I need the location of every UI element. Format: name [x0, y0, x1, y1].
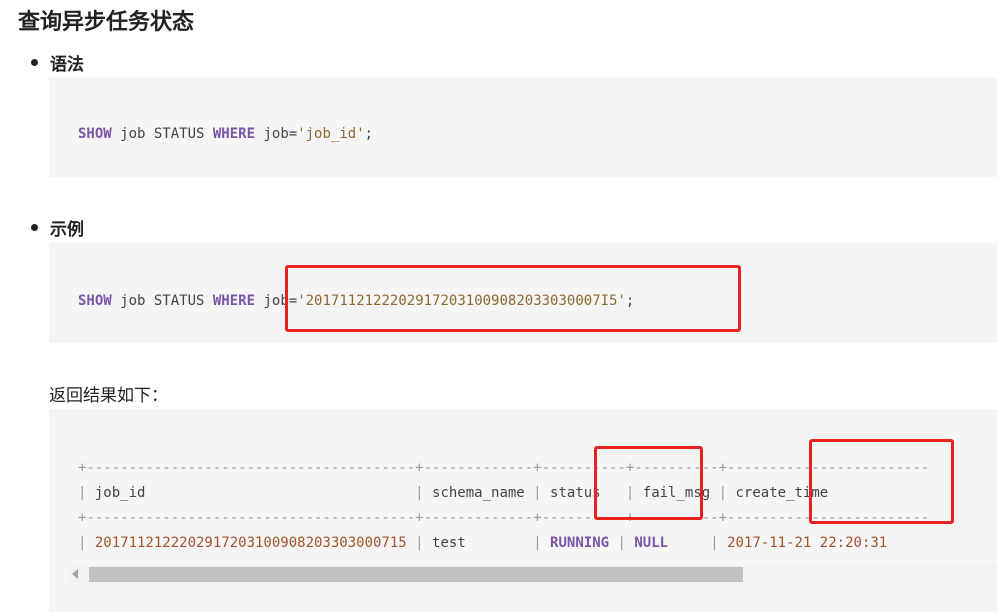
bullet-dot-icon — [31, 224, 38, 231]
keyword-show: SHOW — [78, 126, 112, 142]
syntax-code-block: SHOW job STATUS WHERE job='job_id'; — [49, 77, 997, 177]
cell-status: RUNNING — [550, 535, 610, 551]
code-job-value: 'job_id' — [297, 126, 365, 142]
header-schema-name: schema_name — [432, 485, 525, 501]
header-job-id: job_id — [94, 485, 146, 501]
example-bullet: 示例 — [31, 215, 84, 240]
result-table: +---------------------------------------… — [78, 456, 929, 556]
cell-job-id: 2017112122202917203100908203303000715 — [94, 535, 407, 551]
syntax-heading: 语法 — [50, 55, 84, 75]
code-semicolon: ; — [364, 126, 374, 142]
example-heading: 示例 — [50, 220, 84, 240]
table-header-row: | job_id | schema_name | status | fail_m… — [78, 485, 829, 501]
scroll-left-arrow-icon[interactable] — [72, 569, 78, 579]
table-row: | 2017112122202917203100908203303000715 … — [78, 535, 888, 551]
cell-create-time: 2017-11-21 22:20:31 — [727, 535, 888, 551]
keyword-where: WHERE — [212, 293, 256, 309]
highlight-create-time-column — [809, 439, 954, 524]
highlight-status-column — [594, 446, 703, 520]
doc-page: 查询异步任务状态 语法 SHOW job STATUS WHERE job='j… — [0, 0, 997, 612]
cell-fail-msg: NULL — [634, 535, 669, 551]
highlight-job-condition — [285, 265, 741, 332]
result-label: 返回结果如下： — [49, 386, 168, 406]
syntax-bullet: 语法 — [31, 50, 84, 75]
horizontal-scrollbar[interactable] — [69, 565, 997, 583]
page-title: 查询异步任务状态 — [18, 10, 195, 35]
table-border-top: +---------------------------------------… — [78, 460, 930, 476]
code-job-eq: job= — [255, 126, 298, 142]
keyword-where: WHERE — [212, 126, 256, 142]
bullet-dot-icon — [31, 59, 38, 66]
cell-schema-name: test — [432, 535, 466, 551]
code-job-status: job STATUS — [111, 293, 213, 309]
keyword-show: SHOW — [78, 293, 112, 309]
code-job-status: job STATUS — [111, 126, 213, 142]
syntax-code-line: SHOW job STATUS WHERE job='job_id'; — [78, 126, 373, 142]
scroll-thumb[interactable] — [89, 567, 743, 582]
table-border-mid: +---------------------------------------… — [78, 510, 930, 526]
